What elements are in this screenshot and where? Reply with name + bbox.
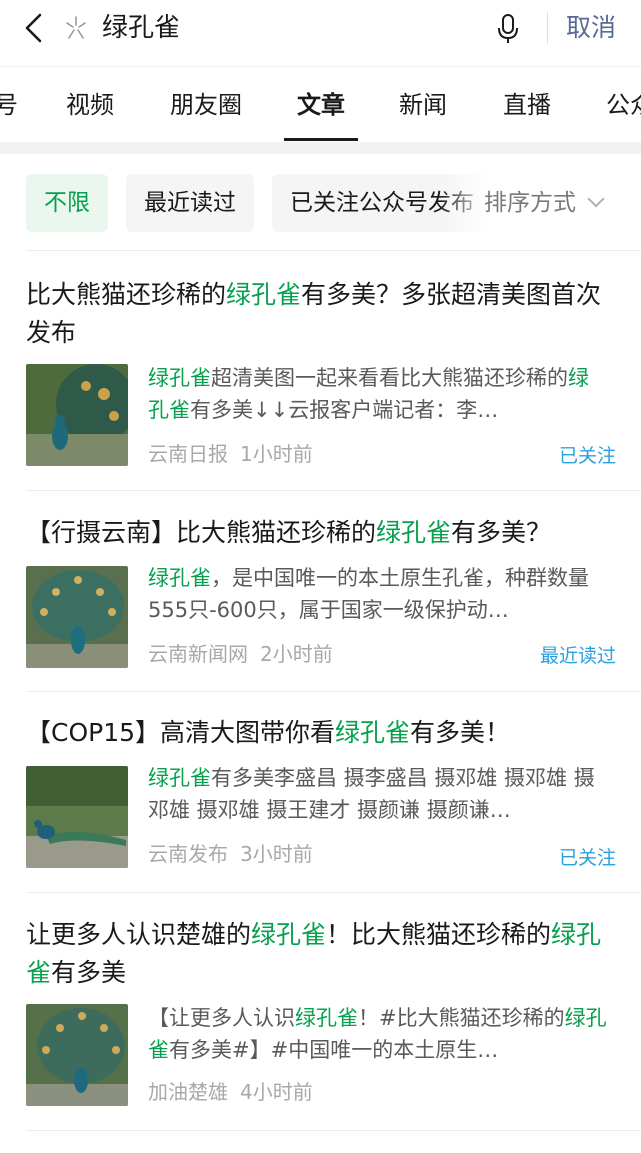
recently-read-badge: 最近读过 — [539, 645, 616, 667]
title-highlight: 绿孔雀 — [376, 518, 452, 547]
row-divider — [26, 691, 641, 692]
followed-badge: 已关注 — [558, 847, 616, 869]
filters-divider — [26, 250, 641, 251]
title-text: 【行摄云南】比大熊猫还珍稀的 — [26, 518, 377, 547]
peacock-image — [26, 566, 128, 668]
article-title: 比大熊猫还珍稀的绿孔雀有多美？多张超清美图首次发布 — [26, 276, 616, 352]
article-item[interactable]: 【COP15】高清大图带你看绿孔雀有多美！ 绿孔雀有多美李盛昌 摄李盛昌 摄邓雄… — [26, 714, 616, 874]
tab-accounts[interactable]: 公众 — [606, 67, 641, 142]
title-highlight: 绿孔雀 — [226, 280, 302, 309]
snippet-text: ，是中国唯一的本土原生孔雀，种群数量555只-600只，属于国家一级保护动… — [148, 566, 589, 622]
peacock-image — [26, 1004, 128, 1106]
article-item[interactable]: 【行摄云南】比大熊猫还珍稀的绿孔雀有多美？ 绿孔雀，是中国唯一的本土原生孔雀，种… — [26, 512, 616, 672]
back-button[interactable] — [16, 10, 52, 46]
article-meta: 云南发布 3小时前 — [148, 840, 313, 868]
article-time: 4小时前 — [240, 1080, 313, 1104]
tab-videos[interactable]: 视频 — [66, 67, 114, 142]
search-input[interactable]: 绿孔雀 — [102, 10, 180, 46]
filter-any[interactable]: 不限 — [26, 174, 108, 232]
article-thumbnail — [26, 364, 128, 466]
filter-fade — [440, 174, 490, 232]
title-text: 有多美 — [51, 958, 127, 987]
article-source: 云南发布 — [148, 842, 228, 866]
tab-live[interactable]: 直播 — [503, 67, 551, 142]
followed-badge: 已关注 — [558, 445, 616, 467]
sort-label: 排序方式 — [484, 190, 576, 216]
section-gap — [0, 142, 641, 154]
title-text: 有多美！ — [410, 718, 511, 747]
voice-input-button[interactable] — [490, 10, 526, 48]
cancel-button[interactable]: 取消 — [566, 10, 616, 46]
article-time: 1小时前 — [240, 442, 313, 466]
sort-button[interactable]: 排序方式 — [484, 174, 605, 232]
title-text: ！比大熊猫还珍稀的 — [326, 920, 552, 949]
snippet-highlight: 绿孔雀 — [148, 366, 211, 390]
article-time: 3小时前 — [240, 842, 313, 866]
article-thumbnail — [26, 1004, 128, 1106]
filter-bar: 不限 最近读过 已关注公众号发布 排序方式 — [0, 154, 641, 250]
article-meta: 加油楚雄 4小时前 — [148, 1078, 313, 1106]
article-source: 加油楚雄 — [148, 1080, 228, 1104]
title-text: 让更多人认识楚雄的 — [26, 920, 252, 949]
peacock-image — [26, 766, 128, 868]
peacock-image — [26, 364, 128, 466]
article-title: 【COP15】高清大图带你看绿孔雀有多美！ — [26, 714, 616, 752]
snippet-highlight: 绿孔雀 — [295, 1006, 358, 1030]
snippet-text: 有多美#】#中国唯一的本土原生… — [169, 1038, 499, 1062]
article-source: 云南新闻网 — [148, 642, 248, 666]
tab-official-accounts-partial[interactable]: 号 — [0, 67, 18, 142]
snippet-text: 超清美图一起来看看比大熊猫还珍稀的 — [211, 366, 568, 390]
back-arrow-icon — [25, 13, 42, 43]
article-snippet: 【让更多人认识绿孔雀！#比大熊猫还珍稀的绿孔雀有多美#】#中国唯一的本土原生… — [148, 1002, 608, 1066]
article-source: 云南日报 — [148, 442, 228, 466]
tab-moments[interactable]: 朋友圈 — [170, 67, 242, 142]
title-highlight: 绿孔雀 — [251, 920, 327, 949]
filter-recently-read[interactable]: 最近读过 — [126, 174, 254, 232]
article-meta: 云南日报 1小时前 — [148, 440, 313, 468]
article-meta: 云南新闻网 2小时前 — [148, 640, 333, 668]
article-thumbnail — [26, 766, 128, 868]
article-title: 【行摄云南】比大熊猫还珍稀的绿孔雀有多美？ — [26, 514, 616, 552]
snippet-text: ！#比大熊猫还珍稀的 — [358, 1006, 565, 1030]
row-divider — [26, 1130, 641, 1131]
tab-news[interactable]: 新闻 — [399, 67, 447, 142]
article-item[interactable]: 比大熊猫还珍稀的绿孔雀有多美？多张超清美图首次发布 绿孔雀超清美图一起来看看比大… — [26, 272, 616, 472]
snippet-text: 有多美↓↓云报客户端记者：李… — [190, 398, 499, 422]
chevron-down-icon — [587, 190, 605, 208]
title-text: 比大熊猫还珍稀的 — [26, 280, 227, 309]
title-text: 【COP15】高清大图带你看 — [26, 718, 336, 747]
title-text: 有多美？ — [451, 518, 552, 547]
search-bar: 绿孔雀 取消 — [0, 0, 641, 58]
tab-articles[interactable]: 文章 — [297, 67, 345, 142]
microphone-icon — [498, 14, 518, 43]
article-snippet: 绿孔雀，是中国唯一的本土原生孔雀，种群数量555只-600只，属于国家一级保护动… — [148, 562, 608, 626]
title-highlight: 绿孔雀 — [335, 718, 411, 747]
article-item[interactable]: 让更多人认识楚雄的绿孔雀！比大熊猫还珍稀的绿孔雀有多美 【让更多人认识绿孔雀！#… — [26, 914, 616, 1114]
snippet-highlight: 绿孔雀 — [148, 566, 211, 590]
article-snippet: 绿孔雀超清美图一起来看看比大熊猫还珍稀的绿孔雀有多美↓↓云报客户端记者：李… — [148, 362, 608, 426]
article-time: 2小时前 — [260, 642, 333, 666]
article-thumbnail — [26, 566, 128, 668]
snippet-text: 有多美李盛昌 摄李盛昌 摄邓雄 摄邓雄 摄邓雄 摄邓雄 摄王建才 摄颜谦 摄颜谦… — [148, 766, 595, 822]
active-tab-indicator — [284, 138, 358, 141]
article-snippet: 绿孔雀有多美李盛昌 摄李盛昌 摄邓雄 摄邓雄 摄邓雄 摄邓雄 摄王建才 摄颜谦 … — [148, 762, 608, 826]
search-divider — [547, 12, 548, 44]
article-title: 让更多人认识楚雄的绿孔雀！比大熊猫还珍稀的绿孔雀有多美 — [26, 916, 616, 992]
category-tabs: 号 视频 朋友圈 文章 新闻 直播 公众 — [0, 66, 641, 142]
snippet-highlight: 绿孔雀 — [148, 766, 211, 790]
search-spark-icon — [66, 16, 86, 39]
row-divider — [26, 490, 641, 491]
row-divider — [26, 892, 641, 893]
snippet-text: 【让更多人认识 — [148, 1006, 295, 1030]
